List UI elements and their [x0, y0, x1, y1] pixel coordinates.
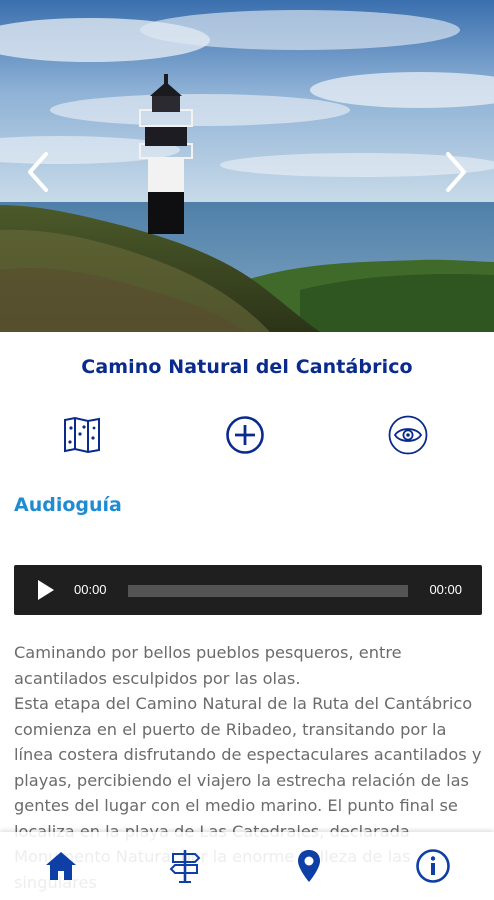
page-title: Camino Natural del Cantábrico — [81, 356, 413, 378]
play-icon — [38, 580, 54, 600]
plus-circle-icon — [226, 416, 264, 454]
info-icon — [416, 849, 450, 883]
nav-location[interactable] — [285, 842, 333, 890]
carousel-prev-button[interactable] — [20, 148, 56, 196]
location-pin-icon — [298, 850, 320, 882]
description-paragraph: Caminando por bellos pueblos pesqueros, … — [14, 643, 402, 688]
signpost-icon — [169, 850, 201, 883]
audio-progress-bar[interactable] — [128, 585, 408, 597]
chevron-left-icon — [28, 152, 48, 192]
nav-routes[interactable] — [161, 842, 209, 890]
nav-home[interactable] — [37, 842, 85, 890]
action-bar — [0, 410, 494, 460]
eye-icon — [388, 415, 428, 455]
bottom-navigation — [0, 832, 494, 900]
nav-info[interactable] — [409, 842, 457, 890]
map-button[interactable] — [57, 410, 107, 460]
page: Camino Natural del Cantábrico Audioguía … — [0, 0, 494, 900]
audioguide-heading: Audioguía — [14, 494, 122, 516]
audio-player: 00:00 00:00 — [14, 565, 482, 615]
carousel-next-button[interactable] — [438, 148, 474, 196]
lighthouse-photo — [0, 0, 494, 332]
chevron-right-icon — [446, 152, 466, 192]
map-icon — [64, 416, 100, 454]
add-button[interactable] — [220, 410, 270, 460]
current-time: 00:00 — [74, 582, 107, 597]
view-button[interactable] — [383, 410, 433, 460]
hero-carousel[interactable] — [0, 0, 494, 332]
play-button[interactable] — [36, 579, 56, 601]
home-icon — [46, 852, 76, 880]
total-time: 00:00 — [429, 582, 462, 597]
